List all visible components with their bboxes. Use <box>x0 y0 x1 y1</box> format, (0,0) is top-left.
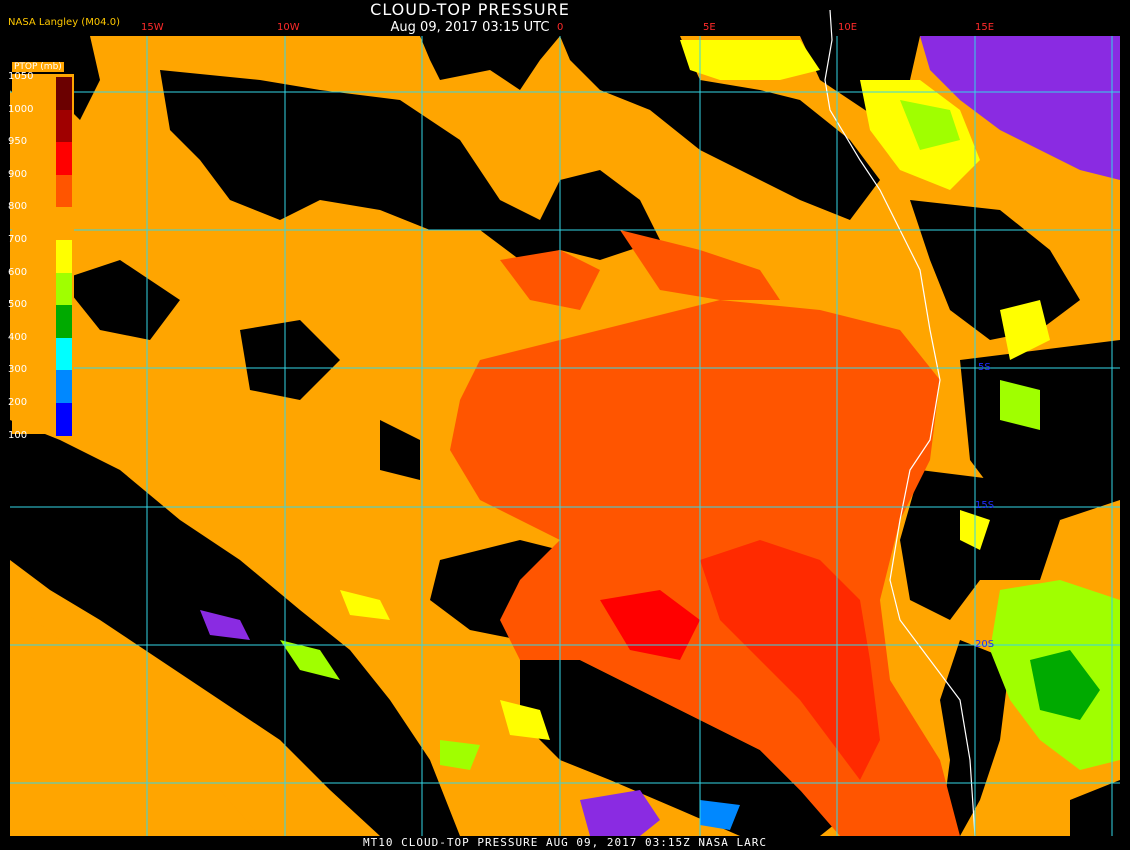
legend-swatch <box>56 240 72 273</box>
map-title: CLOUD-TOP PRESSURE <box>370 0 570 19</box>
lon-label-0: 0 <box>557 22 564 33</box>
legend-tick: 200 <box>8 397 28 408</box>
map-datetime: Aug 09, 2017 03:15 UTC <box>390 20 550 35</box>
legend-swatch <box>56 207 72 240</box>
legend-tick: 100 <box>8 429 28 441</box>
lon-label-15e: 15E <box>975 22 995 33</box>
lat-label-5s: 5S <box>978 362 991 373</box>
legend-tick: 1050 <box>8 71 34 82</box>
legend-tick: 600 <box>8 266 28 278</box>
legend-tick: 1000 <box>8 103 34 115</box>
legend-tick: 700 <box>8 234 28 245</box>
lat-label-20s: 20S <box>975 639 995 650</box>
legend-tick: 800 <box>8 201 28 213</box>
legend-swatch <box>56 109 72 143</box>
lon-label-10e: 10E <box>838 22 858 33</box>
legend-swatch <box>56 305 72 338</box>
legend-tick: 300 <box>8 364 28 376</box>
legend-tick: 900 <box>8 168 28 180</box>
lon-label-15w: 15W <box>141 22 164 33</box>
legend-swatch <box>56 337 72 371</box>
organization-label: NASA Langley (M04.0) <box>8 17 120 28</box>
legend-tick: 950 <box>8 136 28 148</box>
color-legend: 1050 1000 950 900 800 700 600 500 400 300 200 100 <box>8 60 82 441</box>
legend-swatch <box>56 77 72 110</box>
cloud-top-pressure-map <box>10 9 1120 837</box>
legend-swatch <box>56 142 72 175</box>
legend-swatch <box>56 272 72 306</box>
lon-label-5e: 5E <box>703 22 716 33</box>
legend-swatch <box>56 174 72 208</box>
lat-label-15s: 15S <box>975 500 995 511</box>
legend-swatch <box>56 370 72 403</box>
legend-tick: 400 <box>8 331 28 343</box>
legend-swatch <box>56 403 72 436</box>
footer-caption: MT10 CLOUD-TOP PRESSURE AUG 09, 2017 03:… <box>0 836 1130 850</box>
lon-label-10w: 10W <box>277 22 300 33</box>
satellite-map-view: CLOUD-TOP PRESSURE Aug 09, 2017 03:15 UT… <box>0 0 1130 850</box>
legend-tick: 500 <box>8 299 28 311</box>
